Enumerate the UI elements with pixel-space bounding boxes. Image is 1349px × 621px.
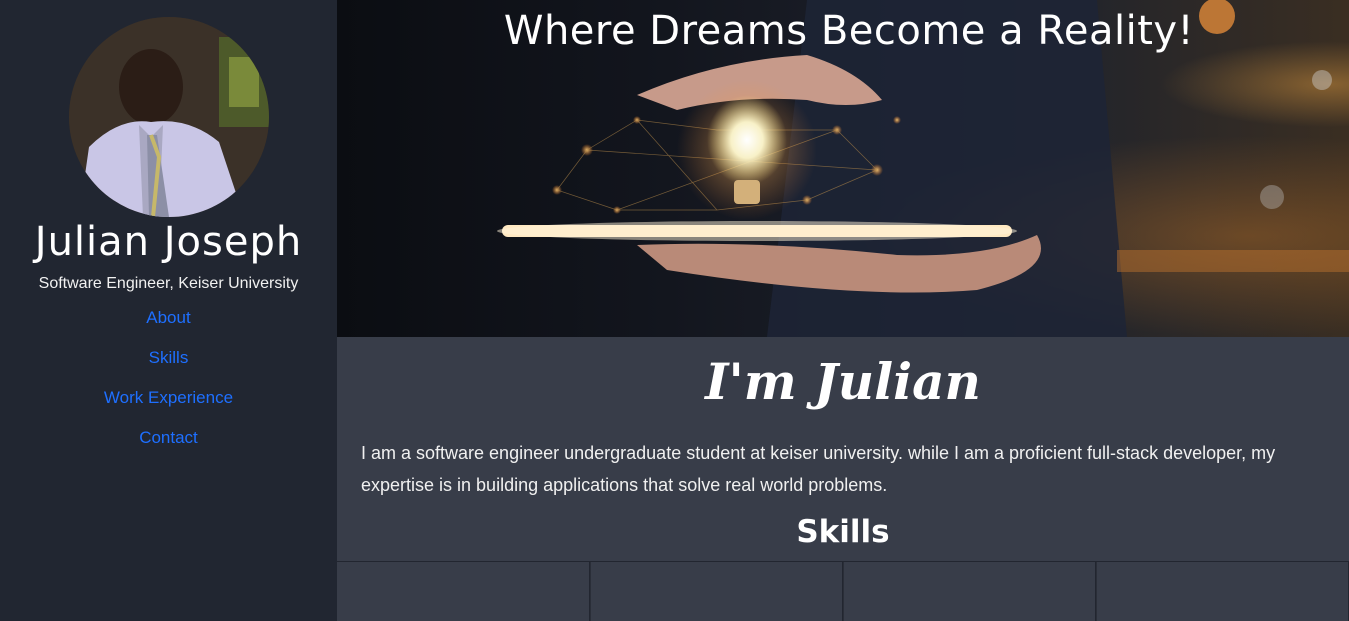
skill-card [843,562,1096,621]
skills-grid [337,561,1349,621]
profile-name: Julian Joseph [34,219,303,265]
intro-text: I am a software engineer undergraduate s… [361,443,1276,495]
skills-heading: Skills [796,514,890,550]
skill-card [337,562,590,621]
skill-card [590,562,843,621]
skill-card [1096,562,1349,621]
profile-subtitle: Software Engineer, Keiser University [38,275,299,292]
hero-banner: Where Dreams Become a Reality! [337,0,1349,337]
sidebar-nav: About Skills Work Experience Contact [104,307,233,449]
intro-heading: I'm Julian [705,352,981,411]
avatar-photo [68,17,269,217]
main-content: Where Dreams Become a Reality! I'm Julia… [337,0,1349,621]
nav-link-skills[interactable]: Skills [149,347,189,369]
sidebar: Julian Joseph Software Engineer, Keiser … [0,0,337,621]
avatar [68,17,269,217]
hero-title: Where Dreams Become a Reality! [503,8,1195,54]
nav-link-about[interactable]: About [146,307,190,329]
nav-link-work-experience[interactable]: Work Experience [104,387,233,409]
nav-link-contact[interactable]: Contact [139,427,198,449]
